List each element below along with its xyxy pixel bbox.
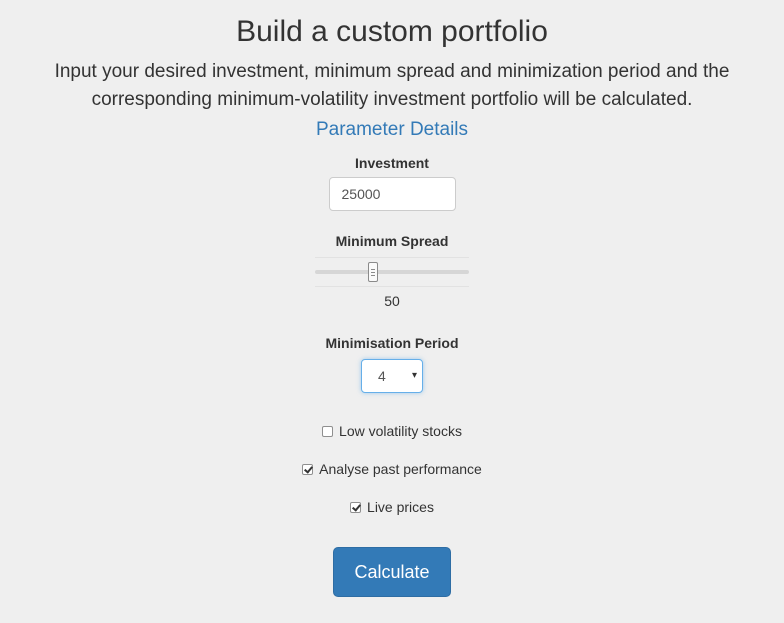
slider-track[interactable] [315, 270, 469, 274]
live-prices-checkbox[interactable] [350, 501, 362, 513]
grip-line-icon [371, 269, 375, 270]
investment-label: Investment [355, 155, 429, 171]
live-prices-label[interactable]: Live prices [367, 497, 434, 517]
option-live-prices[interactable]: Live prices [0, 497, 784, 517]
minimisation-period-label: Minimisation Period [325, 335, 459, 351]
low-volatility-checkbox[interactable] [322, 425, 334, 437]
low-volatility-label[interactable]: Low volatility stocks [339, 421, 462, 441]
analyse-past-performance-label[interactable]: Analyse past performance [319, 459, 482, 479]
parameter-details-link[interactable]: Parameter Details [316, 118, 468, 142]
minimum-spread-value: 50 [384, 293, 400, 309]
analyse-past-performance-checkbox[interactable] [302, 463, 314, 475]
grip-line-icon [371, 275, 375, 276]
investment-input[interactable] [328, 177, 456, 211]
option-analyse-past-performance[interactable]: Analyse past performance [0, 459, 784, 479]
page-title: Build a custom portfolio [236, 15, 548, 48]
calculate-button[interactable]: Calculate [333, 547, 451, 597]
minimum-spread-label: Minimum Spread [335, 233, 449, 249]
chevron-down-icon: ▾ [411, 370, 417, 381]
portfolio-page: Build a custom portfolio Input your desi… [0, 0, 784, 597]
grip-line-icon [371, 272, 375, 273]
minimisation-period-select[interactable]: 4 ▾ [361, 359, 423, 393]
selected-period-value: 4 [378, 368, 386, 384]
page-description: Input your desired investment, minimum s… [54, 61, 730, 110]
slider-thumb[interactable] [368, 262, 378, 282]
minimum-spread-slider[interactable] [315, 257, 469, 287]
option-low-volatility[interactable]: Low volatility stocks [0, 421, 784, 441]
